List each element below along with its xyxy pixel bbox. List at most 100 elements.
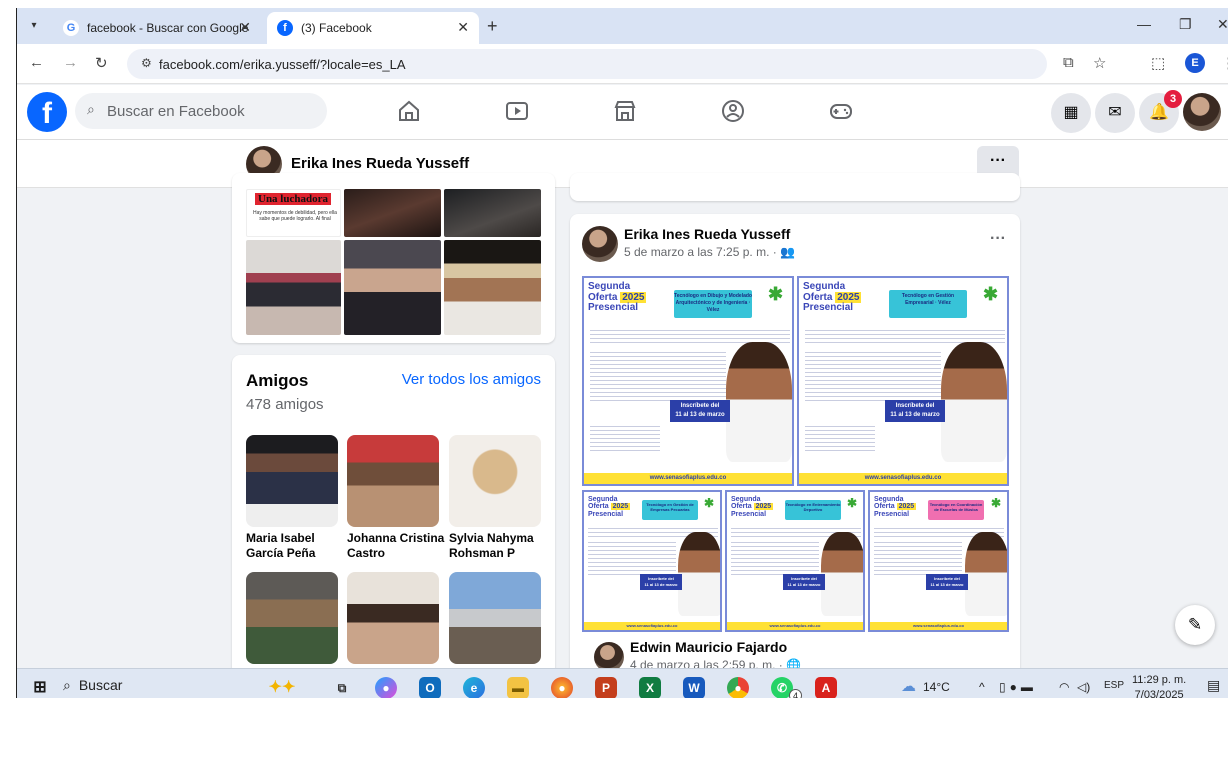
volume-icon[interactable]: ◁) [1077,680,1090,694]
post2-author[interactable]: Edwin Mauricio Fajardo [630,639,787,655]
facebook-icon: f [277,20,293,36]
profile-name[interactable]: Erika Ines Rueda Yusseff [291,155,469,172]
close-tab-icon[interactable]: ✕ [457,19,469,36]
powerpoint-icon[interactable]: P [595,677,617,698]
photo-party-1[interactable] [344,189,441,237]
tab-search-button[interactable]: ▾ [23,16,45,36]
install-icon[interactable]: ⧉ [1063,54,1074,71]
tab-google[interactable]: G facebook - Buscar con Google ✕ [53,12,261,44]
taskbar-search-label: Buscar [78,677,123,693]
photos-card: Una luchadora Hay momentos de debilidad,… [232,173,555,343]
flyer-cta: Inscríbete del 11 al 13 de marzo [640,574,682,590]
task-view-icon[interactable]: ⧉ [331,677,353,698]
tab-facebook[interactable]: f (3) Facebook ✕ [267,12,479,44]
word-icon[interactable]: W [683,677,705,698]
friend-photo[interactable] [347,435,439,527]
site-info-icon[interactable]: ⚙ [141,56,152,70]
close-window-icon[interactable]: ✕ [1217,16,1228,33]
minimize-icon[interactable]: — [1137,16,1151,32]
acrobat-icon[interactable]: A [815,677,837,698]
groups-icon[interactable] [719,97,747,125]
clock[interactable]: 11:29 p. m. 7/03/2025 [1132,673,1186,698]
flyer-program: Tecnólogo en Gestión Empresarial · Vélez [889,290,967,318]
post-date[interactable]: 5 de marzo a las 7:25 p. m. · 👥 [624,245,795,259]
video-icon[interactable] [503,97,531,125]
windows-start-icon[interactable]: ⊞ [29,677,51,698]
friend-photo[interactable] [246,435,338,527]
see-all-friends-link[interactable]: Ver todos los amigos [402,371,541,388]
close-tab-icon[interactable]: ✕ [239,19,251,36]
browser-menu-icon[interactable]: ⋮ [1221,54,1228,72]
menu-grid-icon[interactable]: ▦ [1051,93,1091,133]
photo-quote[interactable]: Una luchadora Hay momentos de debilidad,… [246,189,341,237]
weather-temperature[interactable]: 14°C [923,680,950,694]
copilot-sparkle-icon[interactable]: ✦✦ [257,677,307,698]
sena-logo-icon: ✱ [847,496,858,510]
restore-icon[interactable]: ❐ [1179,16,1192,33]
tab-title: (3) Facebook [301,21,372,35]
excel-icon[interactable]: X [639,677,661,698]
home-icon[interactable] [395,97,423,125]
account-avatar[interactable] [1183,93,1221,131]
google-icon: G [63,20,79,36]
flyer-heading: Segunda Oferta 2025 Presencial [588,281,647,313]
post-author[interactable]: Erika Ines Rueda Yusseff [624,226,790,242]
outlook-icon[interactable]: O [419,677,441,698]
photo-group-hats[interactable] [444,240,541,335]
wifi-icon[interactable]: ◠ [1059,680,1069,694]
friend-photo[interactable] [246,572,338,664]
language-indicator[interactable]: ESP [1104,680,1124,691]
copilot-app-icon[interactable]: ● [375,677,397,698]
bookmark-star-icon[interactable]: ☆ [1093,54,1106,72]
post-image-2[interactable]: Segunda Oferta 2025 Presencial ✱ Tecnólogo… [797,276,1009,486]
post-image-1[interactable]: Segunda Oferta 2025 Presencial ✱ Tecnólogo… [582,276,794,486]
messenger-icon[interactable]: ✉ [1095,93,1135,133]
file-explorer-icon[interactable]: ▬ [507,677,529,698]
friend-photo[interactable] [347,572,439,664]
photo-group-office[interactable] [246,240,341,335]
gaming-icon[interactable] [827,97,855,125]
friend-photo[interactable] [449,435,541,527]
photo-group-celebration[interactable] [344,240,441,335]
flyer-heading: Segunda Oferta 2025 Presencial [588,496,631,518]
friend-name[interactable]: Sylvia Nahyma Rohsman P [449,531,549,561]
browser-profile-avatar[interactable]: E [1185,53,1205,73]
friend-photo[interactable] [449,572,541,664]
marketplace-icon[interactable] [611,97,639,125]
edge-icon[interactable]: e [463,677,485,698]
facebook-search[interactable]: ⌕ [75,93,327,129]
flyer-text [590,352,726,404]
new-message-icon[interactable]: ✎ [1175,605,1215,645]
forward-icon[interactable]: → [63,54,78,71]
address-bar: ← → ↻ ⚙ facebook.com/erika.yusseff/?loca… [17,44,1228,84]
friend-name[interactable]: Johanna Cristina Castro [347,531,447,561]
flyer-heading: Segunda Oferta 2025 Presencial [874,496,917,518]
url-input[interactable]: ⚙ facebook.com/erika.yusseff/?locale=es_… [127,49,1047,79]
photo-party-2[interactable] [444,189,541,237]
search-icon: ⌕ [63,677,71,693]
flyer-photo [821,532,863,616]
post-author-avatar[interactable] [582,226,618,262]
firefox-icon[interactable]: ● [551,677,573,698]
taskbar-search[interactable]: ⌕ Buscar [63,677,122,694]
extensions-icon[interactable]: ⬚ [1151,54,1165,72]
notifications-center-icon[interactable]: ▤ [1207,677,1220,694]
weather-cloud-icon[interactable]: ☁ [901,677,916,695]
new-tab-icon[interactable]: + [487,16,498,37]
flyer-program: Tecnólogo en Coordinación de Escuelas de… [928,500,984,520]
tray-apps-icon[interactable]: ▯●▬ [999,680,1037,694]
back-icon[interactable]: ← [29,54,44,71]
reload-icon[interactable]: ↻ [95,54,108,72]
post-image-4[interactable]: Segunda Oferta 2025 Presencial ✱ Tecnólogo… [725,490,865,632]
chrome-icon[interactable]: ● [727,677,749,698]
flyer-cta: Inscríbete del 11 al 13 de marzo [670,400,730,422]
friend-name[interactable]: Maria Isabel García Peña [246,531,346,561]
whatsapp-badge: 4 [789,689,802,698]
post-image-5[interactable]: Segunda Oferta 2025 Presencial ✱ Tecnólogo… [868,490,1009,632]
facebook-logo[interactable]: f [27,92,67,132]
flyer-text [874,542,962,578]
post-image-3[interactable]: Segunda Oferta 2025 Presencial ✱ Tecnólogo… [582,490,722,632]
tray-overflow-icon[interactable]: ^ [979,680,985,694]
search-input[interactable] [107,93,317,129]
post-options-icon[interactable]: ··· [990,230,1006,248]
